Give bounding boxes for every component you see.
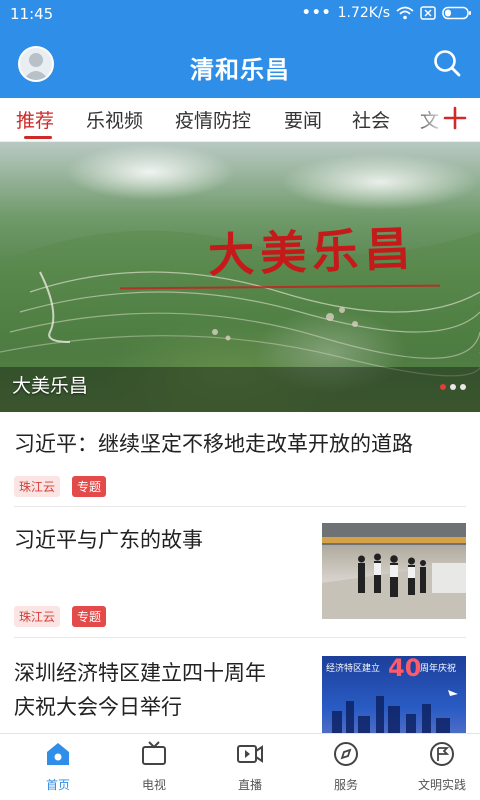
more-dots-icon: ••• xyxy=(301,5,332,21)
indicator-dot xyxy=(450,384,456,390)
flag-icon xyxy=(430,742,454,766)
tab-headlines[interactable]: 要闻 xyxy=(284,106,322,133)
battery-icon xyxy=(442,6,471,20)
nav-label: 服务 xyxy=(333,778,358,792)
live-video-icon xyxy=(237,745,263,763)
sim-off-icon xyxy=(420,6,436,20)
bottom-navigation: 首页 电视 直播 服务 文明实践 xyxy=(0,733,480,800)
article-headline-line1: 深圳经济特区建立四十周年 xyxy=(14,661,266,685)
nav-label: 首页 xyxy=(45,778,70,792)
article-item[interactable]: 习近平：继续坚定不移地走改革开放的道路 珠江云 专题 xyxy=(0,412,480,506)
article-headline: 习近平与广东的故事 xyxy=(14,528,203,552)
people-walking-image xyxy=(322,523,466,619)
active-tab-indicator xyxy=(24,136,52,139)
app-title: 清和乐昌 xyxy=(190,56,290,84)
tab-epidemic[interactable]: 疫情防控 xyxy=(175,106,251,133)
nav-service[interactable]: 服务 xyxy=(298,740,394,793)
article-item[interactable]: 习近平与广东的故事 珠江云 专题 xyxy=(0,507,480,637)
network-speed: 1.72K/s xyxy=(337,5,390,21)
banner-art-title: 大美乐昌 xyxy=(207,221,417,283)
nav-tv[interactable]: 电视 xyxy=(106,740,202,793)
nav-home[interactable]: 首页 xyxy=(10,740,106,793)
status-bar: 11:45 ••• 1.72K/s xyxy=(0,0,480,30)
home-icon xyxy=(47,743,69,765)
app-bar: 清和乐昌 xyxy=(0,30,480,98)
source-badge: 珠江云 xyxy=(14,606,61,627)
channel-tabs: 推荐 乐视频 疫情防控 要闻 社会 文 xyxy=(0,98,480,142)
nav-live[interactable]: 直播 xyxy=(202,740,298,793)
topic-badge: 专题 xyxy=(72,476,107,497)
nav-label: 直播 xyxy=(237,778,262,792)
article-headline-line2: 庆祝大会今日举行 xyxy=(14,695,182,719)
source-badge: 珠江云 xyxy=(14,476,61,497)
search-icon[interactable] xyxy=(432,48,462,78)
skyline-image xyxy=(332,690,458,733)
article-item[interactable]: 深圳经济特区建立四十周年 庆祝大会今日举行 经济特区建立 40 周年庆祝 xyxy=(0,638,480,733)
wifi-icon xyxy=(396,6,414,20)
indicator-dot-active xyxy=(440,384,446,390)
banner-caption: 大美乐昌 xyxy=(12,375,89,397)
compass-icon xyxy=(334,742,358,766)
tab-society[interactable]: 社会 xyxy=(352,106,390,133)
indicator-dot xyxy=(460,384,466,390)
nav-label: 电视 xyxy=(141,778,166,792)
nav-label: 文明实践 xyxy=(417,778,466,792)
status-icons: ••• 1.72K/s xyxy=(302,5,472,21)
add-channel-icon[interactable] xyxy=(442,103,468,133)
nav-civilization[interactable]: 文明实践 xyxy=(394,740,480,793)
tv-icon xyxy=(142,741,166,765)
article-thumbnail xyxy=(322,523,466,619)
status-time: 11:45 xyxy=(10,5,54,23)
article-thumbnail: 经济特区建立 40 周年庆祝 xyxy=(322,656,466,733)
tab-recommend[interactable]: 推荐 xyxy=(16,106,54,133)
carousel-indicators xyxy=(440,384,466,390)
banner-carousel[interactable]: 大美乐昌 大美乐昌 xyxy=(0,142,480,412)
article-headline: 习近平：继续坚定不移地走改革开放的道路 xyxy=(14,432,413,456)
tab-le-video[interactable]: 乐视频 xyxy=(86,106,143,133)
topic-badge: 专题 xyxy=(72,606,107,627)
